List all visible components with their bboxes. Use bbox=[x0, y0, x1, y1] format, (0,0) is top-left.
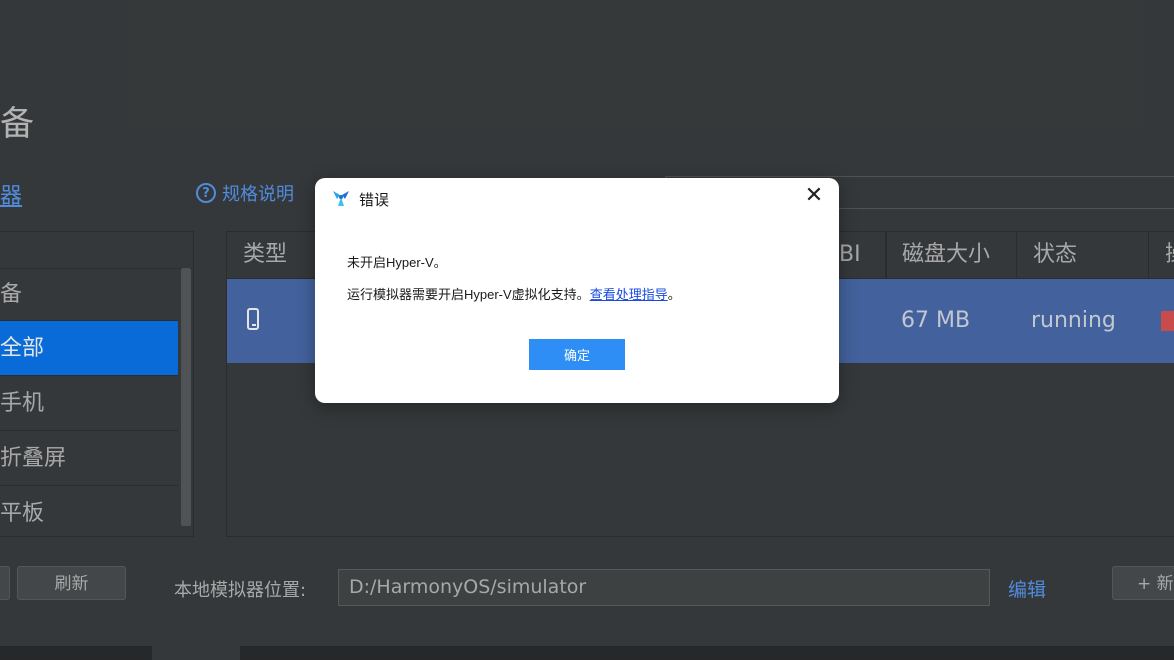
dialog-message-line2: 运行模拟器需要开启Hyper-V虚拟化支持。查看处理指导。 bbox=[347, 284, 681, 303]
dialog-message-text: 运行模拟器需要开启Hyper-V虚拟化支持。 bbox=[347, 287, 590, 302]
dialog-message-suffix: 。 bbox=[667, 287, 681, 302]
app-logo-icon bbox=[333, 191, 349, 206]
close-icon[interactable]: ✕ bbox=[803, 184, 825, 206]
dialog-title: 错误 bbox=[359, 192, 390, 209]
dialog-message-line1: 未开启Hyper-V。 bbox=[347, 255, 447, 270]
guide-link[interactable]: 查看处理指导 bbox=[590, 287, 668, 302]
error-dialog: 错误 ✕ 未开启Hyper-V。 运行模拟器需要开启Hyper-V虚拟化支持。查… bbox=[315, 178, 839, 403]
ok-button[interactable]: 确定 bbox=[529, 339, 625, 370]
